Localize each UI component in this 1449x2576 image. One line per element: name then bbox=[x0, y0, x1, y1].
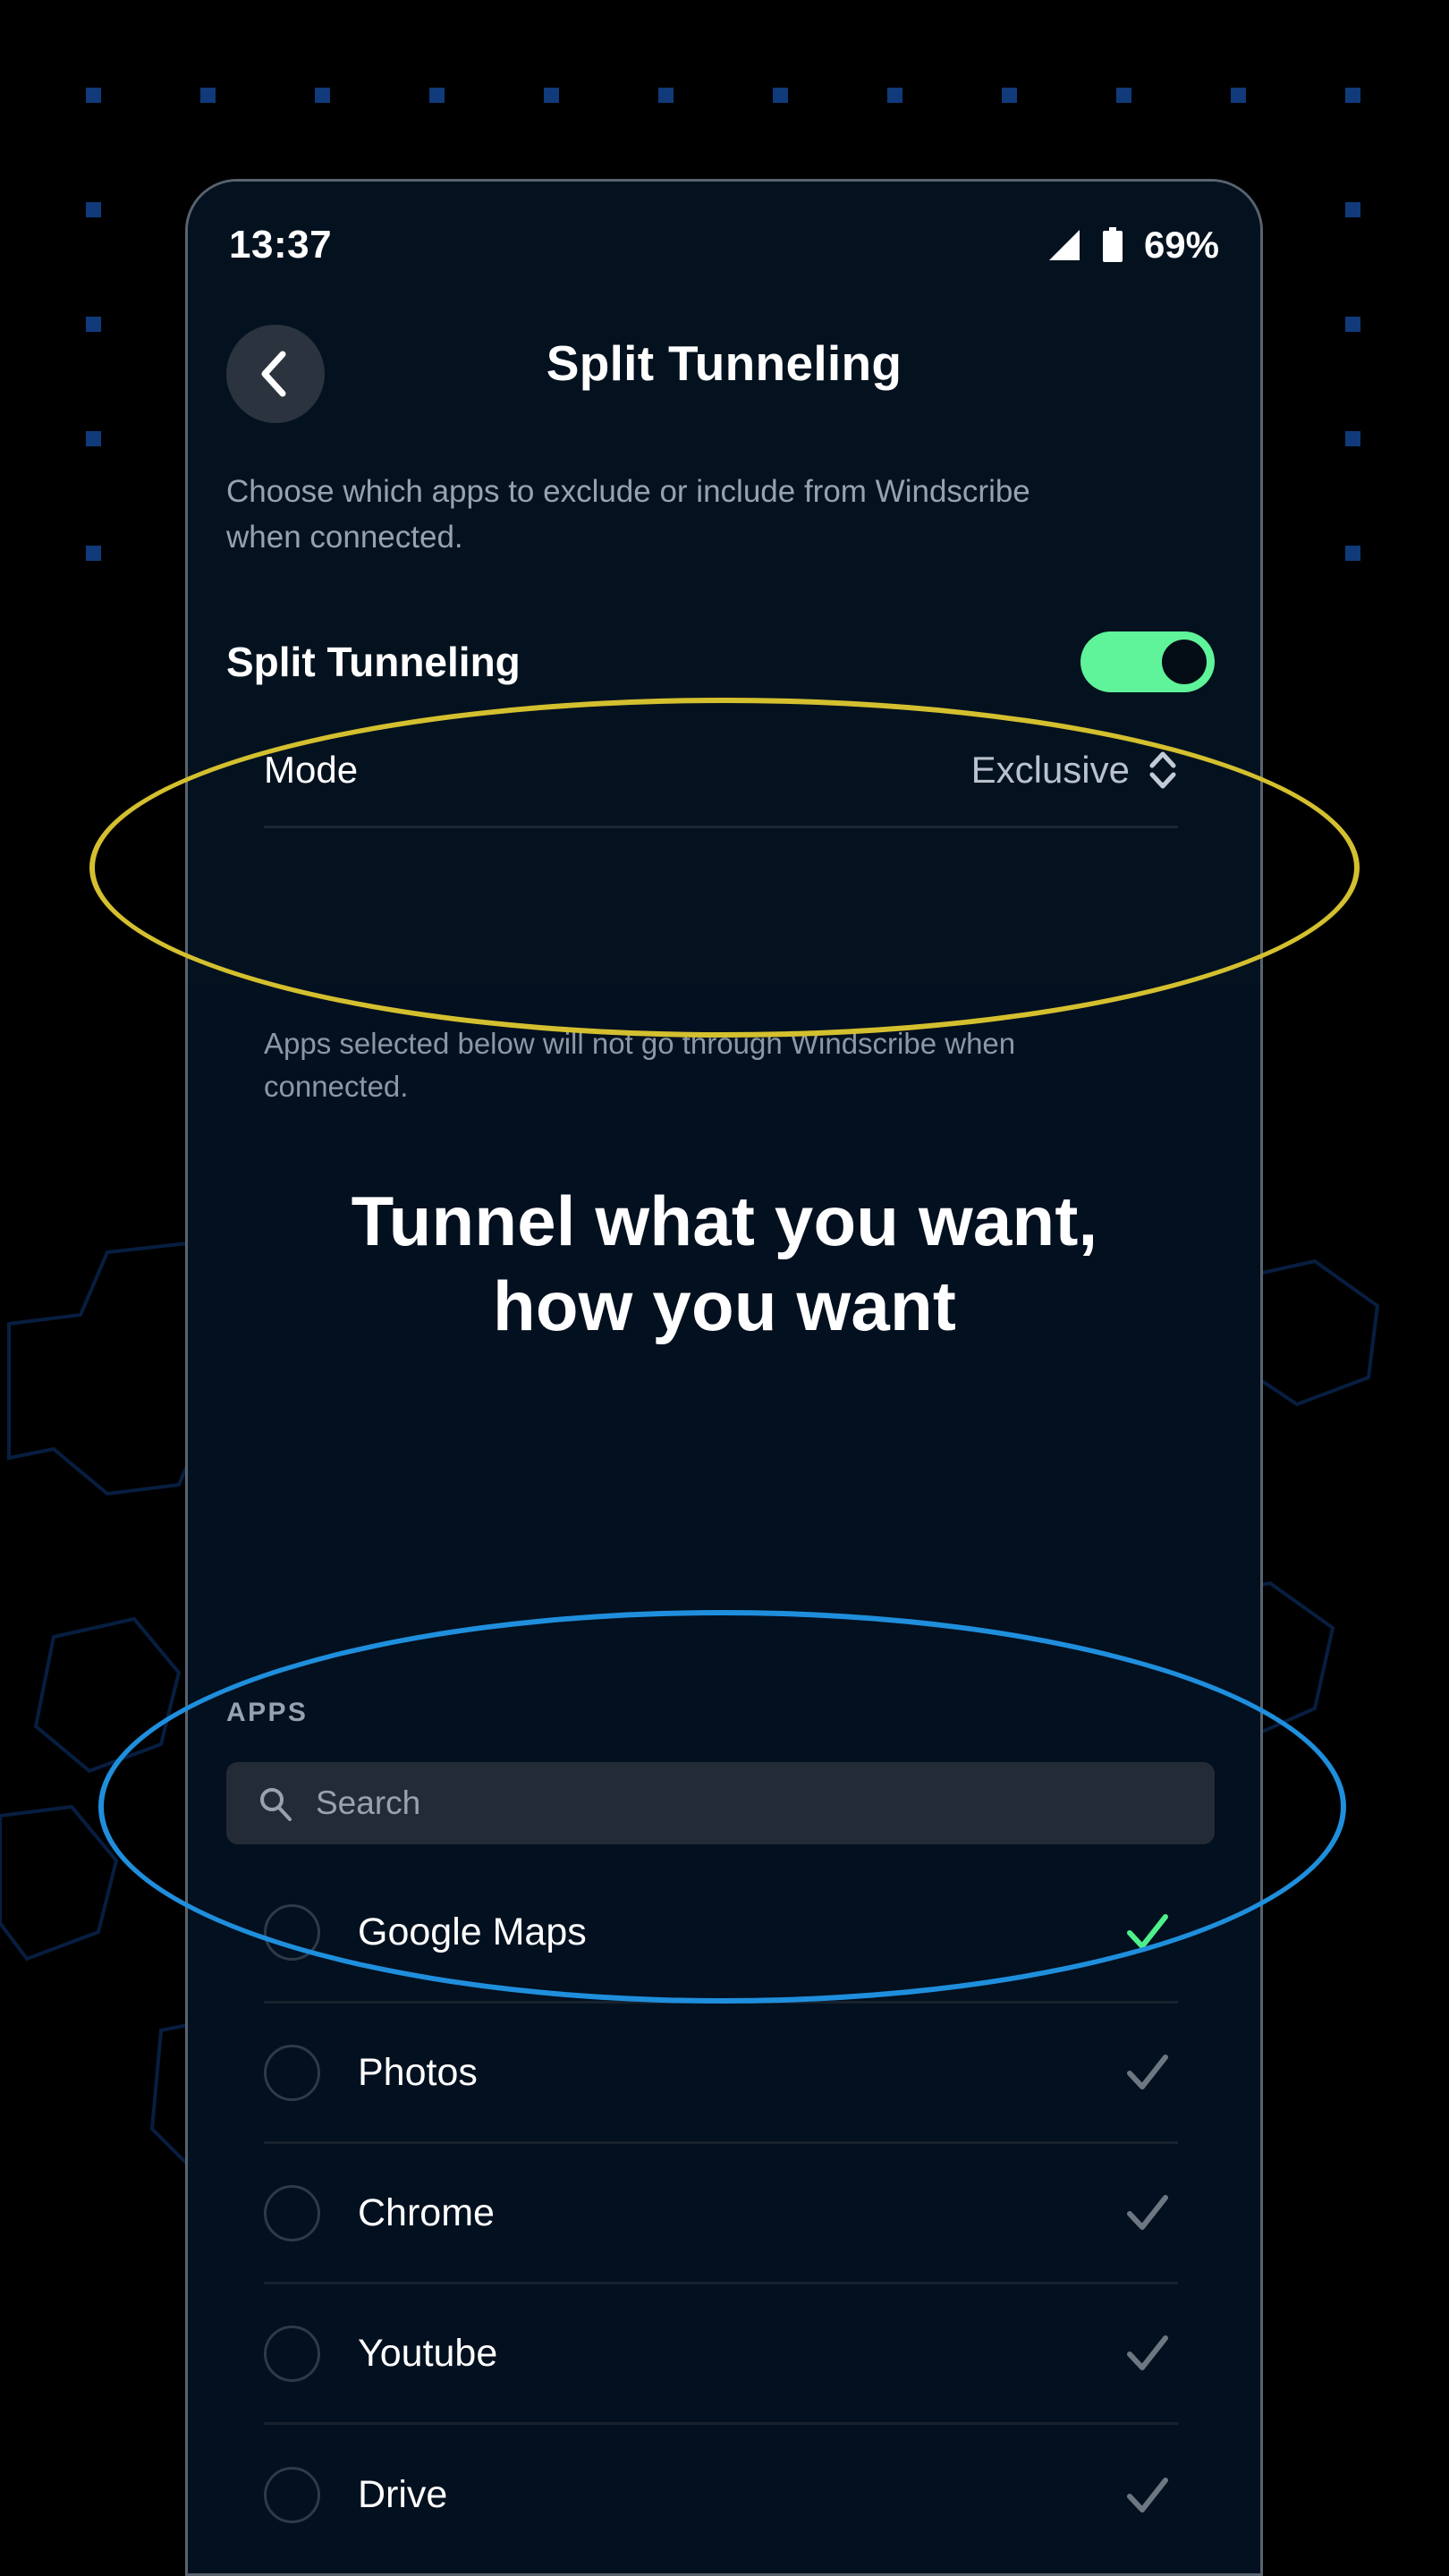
toggle-knob bbox=[1162, 640, 1207, 684]
helper-text: Apps selected below will not go through … bbox=[264, 1027, 1016, 1103]
back-button[interactable] bbox=[226, 325, 325, 423]
search-placeholder: Search bbox=[316, 1784, 421, 1821]
headline-line-2: how you want bbox=[492, 1267, 957, 1346]
page-header: Split Tunneling bbox=[188, 314, 1260, 448]
list-item[interactable]: Chrome bbox=[264, 2144, 1178, 2284]
check-icon[interactable] bbox=[1124, 2472, 1171, 2519]
phone-frame: 13:37 69% Split Tunneling Choose which a… bbox=[185, 179, 1263, 2576]
app-name: Photos bbox=[358, 2050, 478, 2094]
app-radio-icon[interactable] bbox=[264, 2184, 320, 2241]
mode-row[interactable]: Mode Exclusive bbox=[264, 732, 1178, 809]
list-item[interactable]: Photos bbox=[264, 2004, 1178, 2144]
check-icon[interactable] bbox=[1124, 2190, 1171, 2236]
check-icon[interactable] bbox=[1124, 2049, 1171, 2096]
page-title: Split Tunneling bbox=[546, 335, 902, 391]
chevron-up-down-icon[interactable] bbox=[1148, 749, 1178, 792]
split-tunneling-toggle[interactable] bbox=[1080, 631, 1215, 692]
headline-line-1: Tunnel what you want, bbox=[351, 1182, 1098, 1260]
app-list: Google Maps Photos Chrome Youtube Drive bbox=[188, 1863, 1260, 2565]
mode-value: Exclusive bbox=[970, 749, 1130, 791]
marketing-headline: Tunnel what you want, how you want bbox=[0, 1179, 1449, 1349]
list-item[interactable]: Youtube bbox=[264, 2284, 1178, 2425]
check-icon[interactable] bbox=[1124, 1909, 1171, 1955]
phone-screen: 13:37 69% Split Tunneling Choose which a… bbox=[188, 182, 1260, 2573]
battery-icon bbox=[1102, 227, 1123, 262]
app-radio-icon[interactable] bbox=[264, 2325, 320, 2382]
mode-divider bbox=[264, 826, 1178, 828]
page-description: Choose which apps to exclude or include … bbox=[226, 474, 1030, 555]
mode-label: Mode bbox=[264, 749, 359, 791]
chevron-left-icon bbox=[261, 351, 286, 397]
app-name: Chrome bbox=[358, 2190, 495, 2234]
list-item[interactable]: Google Maps bbox=[264, 1863, 1178, 2004]
battery-percent: 69% bbox=[1143, 224, 1219, 266]
list-item[interactable]: Drive bbox=[264, 2425, 1178, 2565]
app-name: Youtube bbox=[358, 2331, 498, 2375]
signal-bars-icon bbox=[1048, 230, 1080, 260]
app-name: Google Maps bbox=[358, 1910, 587, 1953]
split-tunneling-label: Split Tunneling bbox=[226, 639, 521, 685]
app-radio-icon[interactable] bbox=[264, 1903, 320, 1961]
settings-card bbox=[188, 182, 1260, 987]
status-clock: 13:37 bbox=[229, 223, 333, 267]
check-icon[interactable] bbox=[1124, 2330, 1171, 2377]
search-icon bbox=[260, 1788, 292, 1821]
app-radio-icon[interactable] bbox=[264, 2467, 320, 2523]
search-input[interactable]: Search bbox=[226, 1762, 1215, 1844]
status-bar: 13:37 69% bbox=[188, 210, 1260, 280]
split-tunneling-row[interactable]: Split Tunneling bbox=[226, 622, 1215, 702]
app-name: Drive bbox=[358, 2473, 448, 2516]
app-radio-icon[interactable] bbox=[264, 2044, 320, 2101]
screenshot-root: 13:37 69% Split Tunneling Choose which a… bbox=[0, 0, 1449, 2576]
apps-section-header: APPS bbox=[226, 1698, 309, 1727]
status-indicators: 69% bbox=[1046, 224, 1219, 267]
mode-value-group[interactable]: Exclusive bbox=[971, 749, 1178, 792]
